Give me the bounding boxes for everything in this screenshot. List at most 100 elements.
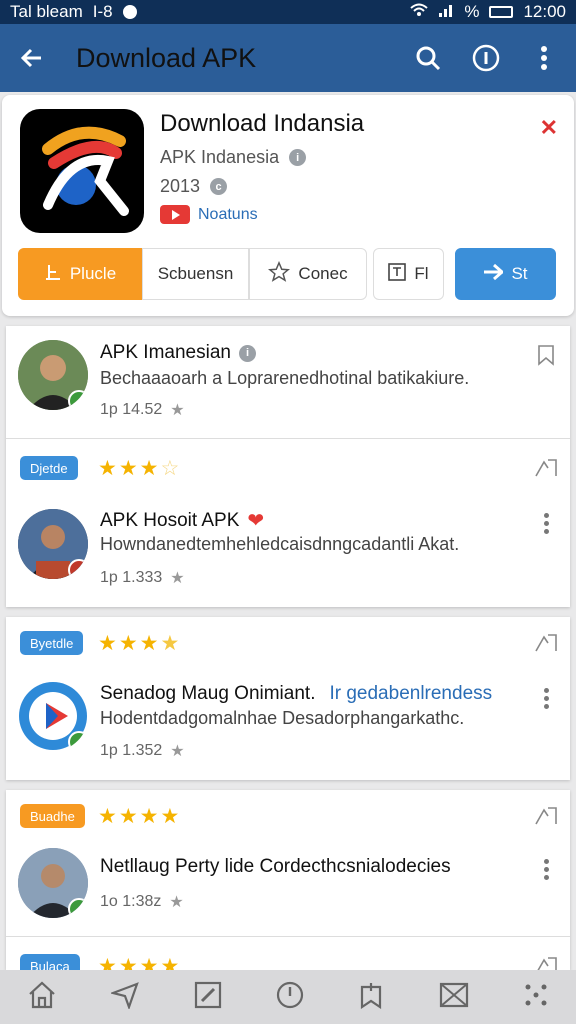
star-icon[interactable]: ★ bbox=[170, 741, 184, 761]
info-circle-icon[interactable] bbox=[470, 42, 502, 74]
rating-stars: ★ ★ ★ ★ bbox=[98, 804, 179, 829]
category-badge: Buadhe bbox=[20, 804, 85, 828]
category-badge: Djetde bbox=[20, 456, 78, 480]
mail-icon[interactable] bbox=[439, 981, 469, 1014]
fi-button-label: Fl bbox=[414, 264, 429, 283]
star-half-icon: ★ bbox=[160, 632, 180, 655]
category-badge: Byetdle bbox=[20, 631, 84, 655]
home-icon[interactable] bbox=[27, 980, 57, 1015]
carrier-label: Tal bleam bbox=[10, 2, 83, 21]
avatar[interactable] bbox=[18, 848, 88, 918]
star-icon: ★ bbox=[98, 632, 117, 655]
divider bbox=[6, 936, 570, 937]
verified-badge-icon bbox=[68, 390, 88, 410]
bottom-navigation bbox=[0, 970, 576, 1024]
post-card: APK Imanesian i Bechaaaoarh a Loprarened… bbox=[6, 326, 570, 607]
post-time: 1p 14.52 bbox=[100, 401, 163, 418]
more-options-icon[interactable] bbox=[544, 685, 552, 712]
video-icon[interactable] bbox=[160, 205, 190, 224]
developer-info-icon[interactable]: i bbox=[289, 149, 307, 166]
verified-badge-icon bbox=[68, 731, 88, 751]
post-author[interactable]: APK Imanesian bbox=[100, 342, 231, 364]
screens-button[interactable]: Scbuensn bbox=[142, 248, 249, 300]
star-icon: ★ bbox=[139, 805, 159, 828]
avatar[interactable] bbox=[18, 681, 88, 751]
post-text: Howndanedtemhehledcaisdnngcadantli Akat. bbox=[100, 534, 460, 554]
screens-button-label: Scbuensn bbox=[157, 264, 234, 283]
star-icon: ★ bbox=[98, 805, 117, 828]
primary-button[interactable]: Plucle bbox=[18, 248, 142, 300]
post-time: 1o 1:38z bbox=[100, 893, 162, 910]
fi-button[interactable]: Fl bbox=[373, 248, 444, 300]
badge-icon bbox=[68, 559, 88, 579]
star-icon: ★ bbox=[139, 457, 159, 480]
verified-badge-icon bbox=[68, 898, 88, 918]
navigation-icon[interactable] bbox=[109, 981, 140, 1014]
avatar[interactable] bbox=[18, 340, 88, 410]
bookmark-icon[interactable] bbox=[358, 981, 384, 1014]
post-time: 1p 1.352 bbox=[100, 742, 163, 759]
search-icon[interactable] bbox=[412, 42, 444, 74]
action-button-row: Plucle Scbuensn Conec Fl St bbox=[18, 248, 558, 300]
author-info-icon[interactable]: i bbox=[238, 344, 256, 362]
back-arrow-icon[interactable] bbox=[16, 42, 48, 74]
post-card: Buadhe ★ ★ ★ ★ Netllaug Perty lide Corde… bbox=[6, 790, 570, 978]
signal-label: I-8 bbox=[92, 2, 113, 21]
post-text: Bechaaaoarh a Loprarenedhotinal batikaki… bbox=[100, 368, 470, 388]
post-link[interactable]: Ir gedabenlrendess bbox=[329, 683, 492, 705]
star-icon[interactable]: ★ bbox=[170, 400, 184, 420]
text-box-icon bbox=[388, 262, 407, 286]
more-options-icon[interactable] bbox=[544, 856, 552, 883]
post-time: 1p 1.333 bbox=[100, 569, 163, 586]
apps-icon[interactable] bbox=[523, 982, 549, 1013]
page-title: Download APK bbox=[76, 42, 257, 73]
app-logo bbox=[20, 109, 144, 233]
star-icon: ★ bbox=[118, 805, 138, 828]
power-icon[interactable] bbox=[276, 981, 304, 1014]
corner-button-label: Conec bbox=[298, 264, 348, 283]
status-bar: Tal bleam I-8 % 12:00 bbox=[0, 0, 576, 24]
post-author[interactable]: Senadog Maug Onimiant. bbox=[100, 683, 315, 705]
video-label[interactable]: Noatuns bbox=[198, 206, 258, 224]
post-author[interactable]: Netllaug Perty lide Cordecthcsnialodecie… bbox=[100, 856, 451, 878]
app-header-card: Download Indansia ✕ APK Indanesia i 2013… bbox=[2, 95, 574, 316]
star-half-icon: ☆ bbox=[160, 457, 180, 480]
bookmark-icon[interactable] bbox=[534, 806, 558, 831]
status-time: 12:00 bbox=[523, 2, 566, 21]
post-text: Hodentdadgomalnhae Desadorphangarkathc. bbox=[100, 708, 465, 728]
signal-icon bbox=[438, 2, 454, 22]
more-options-icon[interactable] bbox=[544, 510, 552, 537]
star-icon: ★ bbox=[118, 632, 138, 655]
star-icon: ★ bbox=[98, 457, 117, 480]
star-icon: ★ bbox=[118, 457, 138, 480]
bookmark-icon[interactable] bbox=[536, 344, 556, 371]
close-icon[interactable]: ✕ bbox=[540, 115, 558, 141]
developer-name: APK Indanesia bbox=[160, 147, 280, 167]
star-icon: ★ bbox=[160, 805, 180, 828]
app-year: 2013 bbox=[160, 176, 201, 196]
star-icon[interactable]: ★ bbox=[170, 568, 184, 588]
share-button-label: St bbox=[511, 264, 528, 283]
plus-icon bbox=[44, 263, 62, 286]
app-name: Download Indansia bbox=[160, 110, 365, 137]
kebab-icon[interactable] bbox=[528, 42, 560, 74]
share-button[interactable]: St bbox=[455, 248, 556, 300]
edit-icon[interactable] bbox=[194, 981, 222, 1014]
star-icon[interactable]: ★ bbox=[169, 892, 183, 912]
app-bar: Download APK bbox=[0, 24, 576, 92]
notification-icon bbox=[122, 5, 137, 19]
divider bbox=[6, 438, 570, 439]
send-icon bbox=[483, 263, 507, 286]
star-outline-icon bbox=[268, 260, 291, 288]
avatar[interactable] bbox=[18, 509, 88, 579]
rating-stars: ★ ★ ★ ☆ bbox=[98, 456, 179, 481]
post-card: Byetdle ★ ★ ★ ★ Senadog Maug Onimiant. I… bbox=[6, 617, 570, 780]
bookmark-icon[interactable] bbox=[534, 458, 558, 483]
rating-stars: ★ ★ ★ ★ bbox=[98, 631, 179, 656]
heart-icon: ❤ bbox=[247, 510, 265, 532]
primary-button-label: Plucle bbox=[69, 264, 117, 283]
bookmark-icon[interactable] bbox=[534, 633, 558, 658]
post-author[interactable]: APK Hosoit APK bbox=[100, 510, 239, 532]
year-info-icon[interactable]: c bbox=[210, 178, 228, 195]
corner-button[interactable]: Conec bbox=[249, 248, 367, 300]
